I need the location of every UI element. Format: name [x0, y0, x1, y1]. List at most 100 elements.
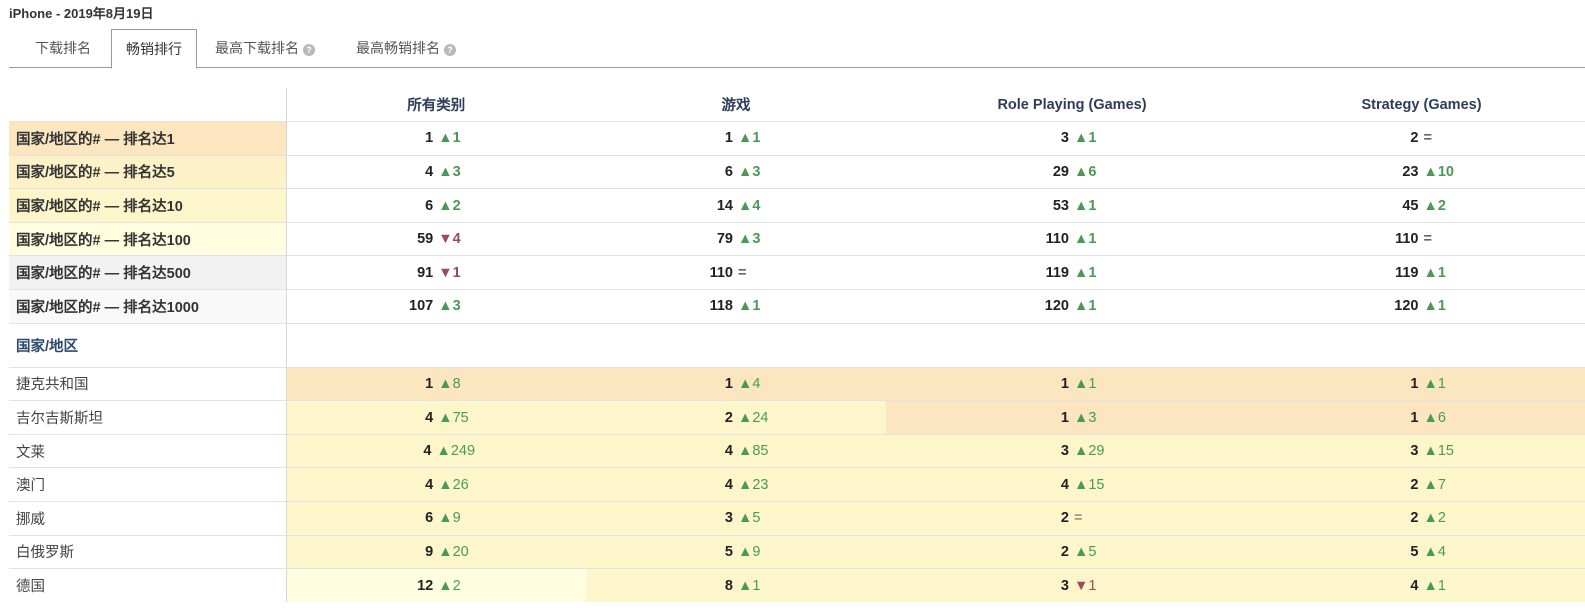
rank-change: ▲23 [738, 476, 769, 493]
row-label[interactable]: 吉尔吉斯斯坦 [9, 400, 287, 435]
rank-value: 4 [724, 476, 733, 493]
rank-value: 4 [425, 476, 434, 493]
rank-value: 1 [724, 130, 733, 147]
rank-value: 3 [1060, 130, 1069, 147]
rank-change: ▲1 [1074, 231, 1097, 248]
row-label[interactable]: 捷克共和国 [9, 366, 287, 401]
rank-change: ▲4 [738, 197, 761, 214]
rank-value: 120 [1044, 298, 1069, 315]
column-header-games[interactable]: 游戏 [586, 88, 886, 122]
rank-value: 1 [1410, 409, 1419, 426]
rank-change: ▲3 [1074, 409, 1097, 426]
rank-change: = [1074, 510, 1083, 527]
rank-change: ▲1 [1423, 264, 1446, 281]
rank-change: ▼1 [438, 264, 461, 281]
rank-cell: 4 ▲23 [586, 467, 886, 502]
country-row: 文莱 4 ▲249 4 ▲85 3 ▲29 3 ▲15 [9, 433, 1585, 468]
row-label[interactable]: 白俄罗斯 [9, 534, 287, 569]
rank-change: ▲15 [1423, 443, 1454, 460]
rank-value: 107 [409, 298, 434, 315]
rank-value: 29 [1052, 163, 1069, 180]
rank-change: ▲26 [438, 476, 469, 493]
rank-cell: 110 = [1258, 221, 1585, 256]
rank-cell: 59 ▼4 [286, 221, 586, 256]
rank-value: 2 [1060, 510, 1069, 527]
rank-cell: 2 ▲24 [586, 400, 886, 435]
rank-value: 119 [1395, 264, 1419, 281]
rank-value: 1 [1060, 409, 1069, 426]
ranking-table: 所有类别 游戏 Role Playing (Games) Strategy (G… [9, 88, 1585, 603]
tab-top-grossing-rank[interactable]: 最高畅销排名? [342, 29, 470, 68]
rank-change: ▲2 [1423, 197, 1446, 214]
rank-cell: 3 ▲1 [886, 121, 1258, 156]
rank-change: ▲24 [738, 409, 769, 426]
row-label: 国家/地区的# — 排名达100 [9, 221, 287, 256]
column-header-all-categories[interactable]: 所有类别 [286, 88, 586, 122]
section-label-countries: 国家/地区 [9, 322, 287, 368]
rank-cell: 1 ▲1 [586, 121, 886, 156]
tab-top-download-rank[interactable]: 最高下载排名? [201, 29, 329, 68]
help-icon[interactable]: ? [303, 44, 315, 56]
rank-cell: 29 ▲6 [886, 154, 1258, 189]
rank-value: 110 [1395, 231, 1419, 248]
rank-change: ▲20 [438, 543, 469, 560]
rank-cell: 4 ▲249 [286, 433, 586, 468]
rank-cell: 1 ▲3 [886, 400, 1258, 435]
rank-cell: 4 ▲85 [586, 433, 886, 468]
rank-value: 3 [724, 510, 733, 527]
rank-value: 1 [1410, 375, 1419, 392]
rank-cell: 6 ▲2 [286, 188, 586, 223]
row-label[interactable]: 文莱 [9, 433, 287, 468]
rank-value: 5 [724, 543, 733, 560]
rank-cell: 91 ▼1 [286, 255, 586, 290]
column-header-strategy[interactable]: Strategy (Games) [1258, 88, 1585, 122]
rank-cell: 2 ▲5 [886, 534, 1258, 569]
rank-value: 6 [425, 197, 434, 214]
rank-cell: 1 ▲1 [1258, 366, 1585, 401]
row-label[interactable]: 澳门 [9, 467, 287, 502]
rank-cell: 1 ▲8 [286, 366, 586, 401]
tab-grossing-rank[interactable]: 畅销排行 [111, 29, 197, 69]
row-label[interactable]: 挪威 [9, 501, 287, 536]
rank-value: 2 [1410, 510, 1419, 527]
rank-value: 4 [1060, 476, 1069, 493]
rank-change: ▲4 [738, 375, 761, 392]
rank-change: ▲1 [438, 130, 461, 147]
summary-row: 国家/地区的# — 排名达10 6 ▲2 14 ▲4 53 ▲1 45 ▲2 [9, 188, 1585, 223]
help-icon[interactable]: ? [444, 44, 456, 56]
rank-change: ▲3 [438, 163, 461, 180]
summary-row: 国家/地区的# — 排名达1000 107 ▲3 118 ▲1 120 ▲1 120 ▲1 [9, 289, 1585, 324]
rank-change: ▲3 [738, 231, 761, 248]
rank-cell: 2 ▲7 [1258, 467, 1585, 502]
rank-cell: 107 ▲3 [286, 289, 586, 324]
rank-value: 3 [1060, 577, 1069, 594]
rank-change: ▲5 [1074, 543, 1097, 560]
rank-value: 118 [709, 298, 733, 315]
rank-cell: 1 ▲6 [1258, 400, 1585, 435]
rank-cell: 2 ▲2 [1258, 501, 1585, 536]
rank-cell: 3 ▲15 [1258, 433, 1585, 468]
section-header: 国家/地区 [9, 322, 1585, 368]
row-label[interactable]: 德国 [9, 568, 287, 603]
country-section: 捷克共和国 1 ▲8 1 ▲4 1 ▲1 1 ▲1 吉尔吉斯斯坦 4 ▲75 2 ▲24 1 ▲3 1 ▲6 文莱 4… [9, 366, 1585, 603]
column-header-role-playing[interactable]: Role Playing (Games) [886, 88, 1258, 122]
rank-cell: 5 ▲9 [586, 534, 886, 569]
rank-cell: 6 ▲9 [286, 501, 586, 536]
summary-row: 国家/地区的# — 排名达100 59 ▼4 79 ▲3 110 ▲1 110 = [9, 221, 1585, 256]
country-row: 白俄罗斯 9 ▲20 5 ▲9 2 ▲5 5 ▲4 [9, 534, 1585, 569]
rank-change: ▲3 [738, 163, 761, 180]
rank-value: 6 [425, 510, 434, 527]
rank-value: 2 [1410, 130, 1419, 147]
rank-cell: 119 ▲1 [886, 255, 1258, 290]
rank-value: 110 [709, 264, 733, 281]
tab-download-rank[interactable]: 下载排名 [21, 29, 105, 68]
country-row: 吉尔吉斯斯坦 4 ▲75 2 ▲24 1 ▲3 1 ▲6 [9, 400, 1585, 435]
rank-cell: 53 ▲1 [886, 188, 1258, 223]
rank-value: 59 [417, 231, 434, 248]
rank-value: 12 [417, 577, 434, 594]
rank-change: ▲1 [1074, 197, 1097, 214]
rank-change: ▲1 [1423, 298, 1446, 315]
rank-change: ▲8 [438, 375, 461, 392]
rank-change: = [738, 264, 747, 281]
rank-value: 110 [1045, 231, 1069, 248]
